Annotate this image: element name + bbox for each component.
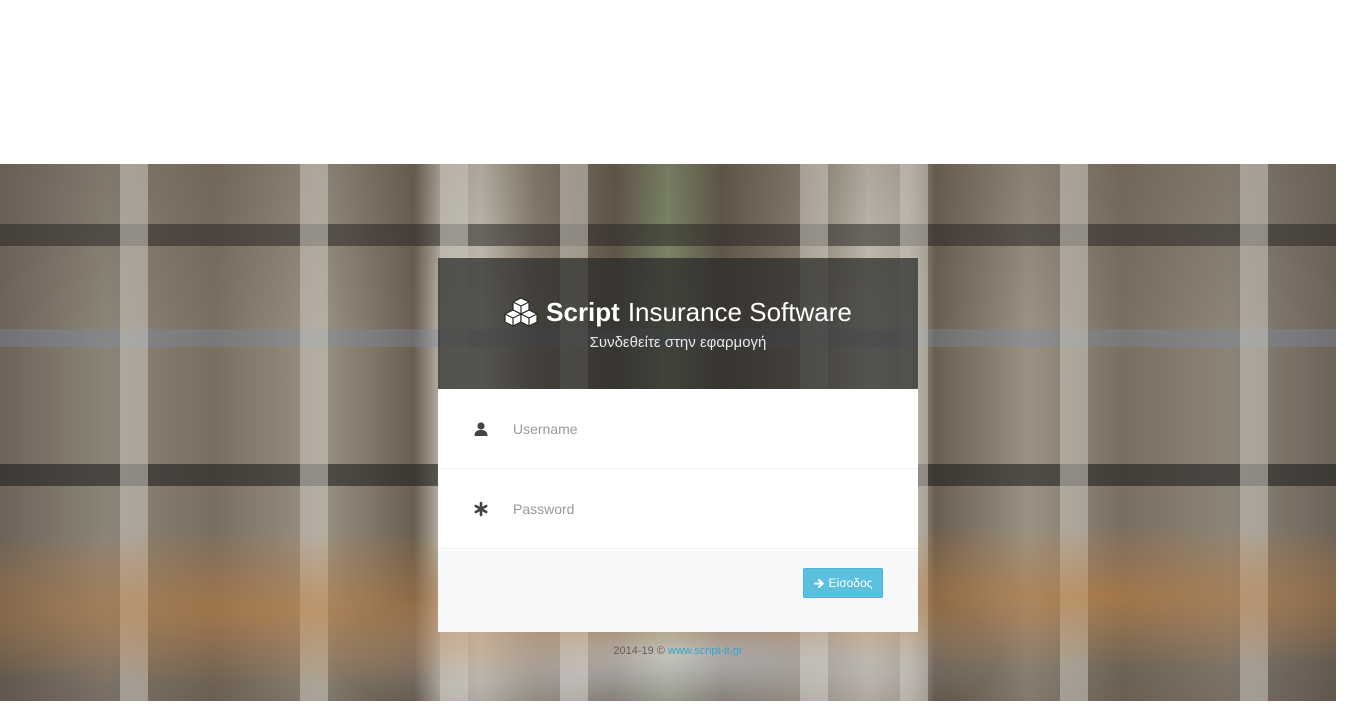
brand-name-strong: Script [546,297,620,327]
brand-name-rest: Insurance Software [627,297,852,327]
company-website-link[interactable]: www.script-it.gr [668,645,743,657]
login-subtitle: Συνδεθείτε στην εφαρμογή [589,334,767,351]
login-footer: Είσοδος [438,551,918,632]
login-header: Script Insurance Software Συνδεθείτε στη… [438,258,918,389]
brand-title: Script Insurance Software [438,296,918,328]
username-input[interactable] [511,419,875,438]
arrow-right-icon [813,578,825,589]
login-button[interactable]: Είσοδος [803,568,883,598]
copyright-text: 2014-19 © [613,645,665,657]
login-form [438,389,918,551]
login-card: Script Insurance Software Συνδεθείτε στη… [438,258,918,632]
cubes-icon [504,297,538,327]
copyright-footer: 2014-19 © www.script-it.gr [0,645,1356,657]
password-row [438,469,918,549]
password-input[interactable] [511,499,875,518]
login-button-label: Είσοδος [828,576,873,590]
user-icon [473,421,489,437]
username-row [438,389,918,469]
asterisk-icon [473,501,489,517]
top-blank-area [0,0,1366,164]
